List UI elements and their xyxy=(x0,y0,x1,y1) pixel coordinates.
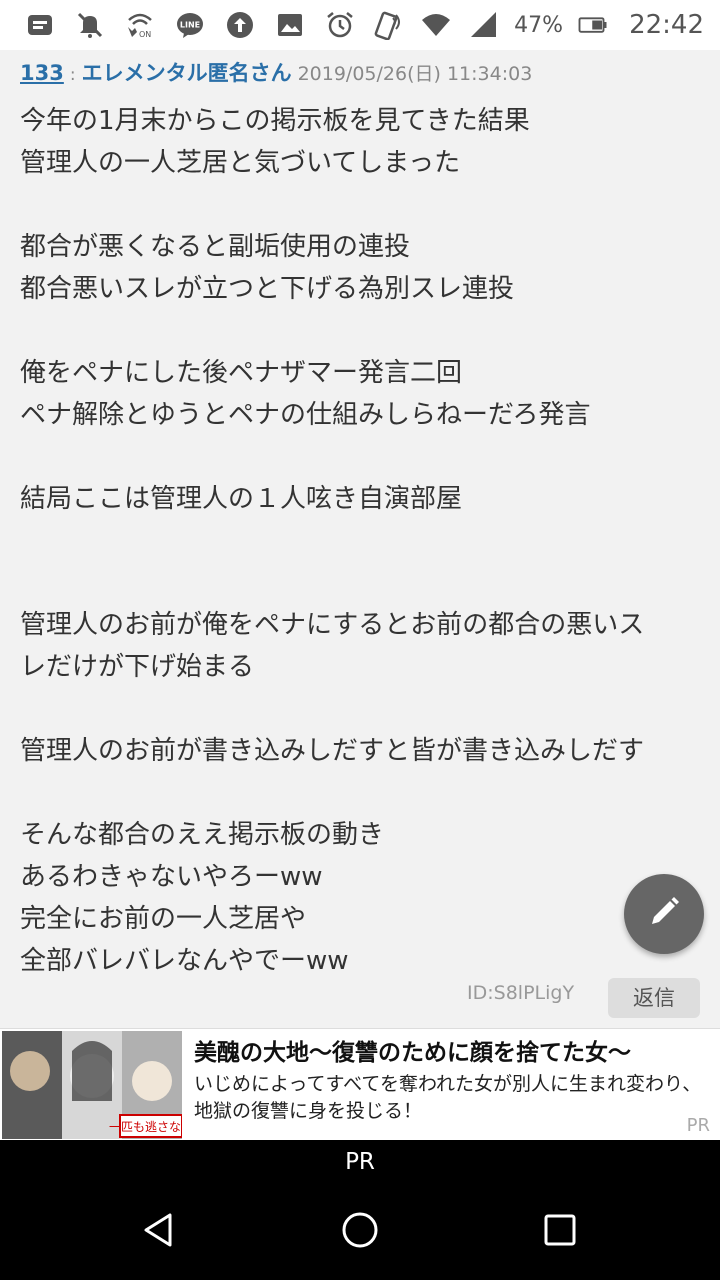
post-number-link[interactable]: 133 xyxy=(20,61,64,85)
status-bar: ON LINE 47% 22:42 xyxy=(0,0,720,50)
post-date: 2019/05/26(日) 11:34:03 xyxy=(297,63,533,85)
post-separator: : xyxy=(69,65,76,85)
post-line: 管理人のお前が書き込みしだすと皆が書き込みしだす xyxy=(20,736,645,766)
clock: 22:42 xyxy=(629,10,704,40)
post-line xyxy=(20,184,710,226)
alarm-icon xyxy=(322,7,358,43)
post-author: エレメンタル匿名さん xyxy=(81,61,292,85)
ad-pr-label: PR xyxy=(686,1115,710,1136)
wifi-icon xyxy=(418,7,454,43)
post-footer: ID:S8lPLigY 返信 xyxy=(0,978,720,1028)
post-line: そんな都合のええ掲示板の動き xyxy=(20,820,385,850)
post-line: 都合悪いスレが立つと下げる為別スレ連投 xyxy=(20,274,515,304)
image-icon xyxy=(272,7,308,43)
post-line: レだけが下げ始まる xyxy=(20,652,255,682)
battery-icon xyxy=(575,7,611,43)
reply-button[interactable]: 返信 xyxy=(608,978,700,1018)
post-area: 133 : エレメンタル匿名さん 2019/05/26(日) 11:34:03 … xyxy=(0,50,720,1028)
battery-percent: 47% xyxy=(514,12,564,38)
home-circle-icon xyxy=(340,1210,380,1254)
ad-thumbnail[interactable]: 一匹も逃さない xyxy=(2,1031,182,1139)
notification-icon xyxy=(22,7,58,43)
upload-icon xyxy=(222,7,258,43)
post-line: 全部バレバレなんやでーww xyxy=(20,946,349,976)
mute-icon xyxy=(72,7,108,43)
status-right: 47% 22:42 xyxy=(322,7,704,43)
navigation-bar xyxy=(0,1184,720,1280)
post-line: 都合が悪くなると副垢使用の連投 xyxy=(20,232,411,262)
post-line xyxy=(20,772,710,814)
post-line: 今年の1月末からこの掲示板を見てきた結果 xyxy=(20,106,530,136)
ad-thumb-caption: 一匹も逃さない xyxy=(109,1120,182,1134)
post-line xyxy=(20,436,710,478)
ad-banner[interactable]: 一匹も逃さない 美醜の大地～復讐のために顔を捨てた女～ いじめによってすべてを奪… xyxy=(0,1028,720,1140)
pencil-icon xyxy=(646,894,682,934)
post-line: 管理人の一人芝居と気づいてしまった xyxy=(20,148,461,178)
compose-button[interactable] xyxy=(624,874,704,954)
back-triangle-icon xyxy=(140,1210,180,1254)
svg-text:LINE: LINE xyxy=(180,21,200,30)
post-line: あるわきゃないやろーww xyxy=(20,862,323,892)
recents-button[interactable] xyxy=(536,1208,584,1256)
post-line: 管理人のお前が俺をペナにするとお前の都合の悪いス xyxy=(20,610,645,640)
home-button[interactable] xyxy=(336,1208,384,1256)
post-body: 今年の1月末からこの掲示板を見てきた結果 管理人の一人芝居と気づいてしまった 都合が… xyxy=(20,100,710,982)
post-line: 俺をペナにした後ペナザマー発言二回 xyxy=(20,358,463,388)
ad-title[interactable]: 美醜の大地～復讐のために顔を捨てた女～ xyxy=(194,1033,631,1067)
post-line xyxy=(20,520,710,562)
post-line xyxy=(20,688,710,730)
post-id: ID:S8lPLigY xyxy=(467,982,575,1004)
svg-text:ON: ON xyxy=(139,30,151,39)
post-line xyxy=(20,562,710,604)
status-left: ON LINE xyxy=(22,7,322,43)
wifi-calling-icon: ON xyxy=(122,7,158,43)
post-line: 完全にお前の一人芝居や xyxy=(20,904,307,934)
signal-icon xyxy=(466,7,502,43)
ad-description[interactable]: いじめによってすべてを奪われた女が別人に生まれ変わり、地獄の復讐に身を投じる！ xyxy=(194,1071,716,1125)
post-line: ペナ解除とゆうとペナの仕組みしらねーだろ発言 xyxy=(20,400,591,430)
recents-square-icon xyxy=(540,1210,580,1254)
nfc-icon xyxy=(370,7,406,43)
post-header: 133 : エレメンタル匿名さん 2019/05/26(日) 11:34:03 xyxy=(20,57,532,87)
post-line xyxy=(20,310,710,352)
pr-bar[interactable]: PR xyxy=(0,1140,720,1184)
line-icon: LINE xyxy=(172,7,208,43)
back-button[interactable] xyxy=(136,1208,184,1256)
post-line: 結局ここは管理人の１人呟き自演部屋 xyxy=(20,484,463,514)
